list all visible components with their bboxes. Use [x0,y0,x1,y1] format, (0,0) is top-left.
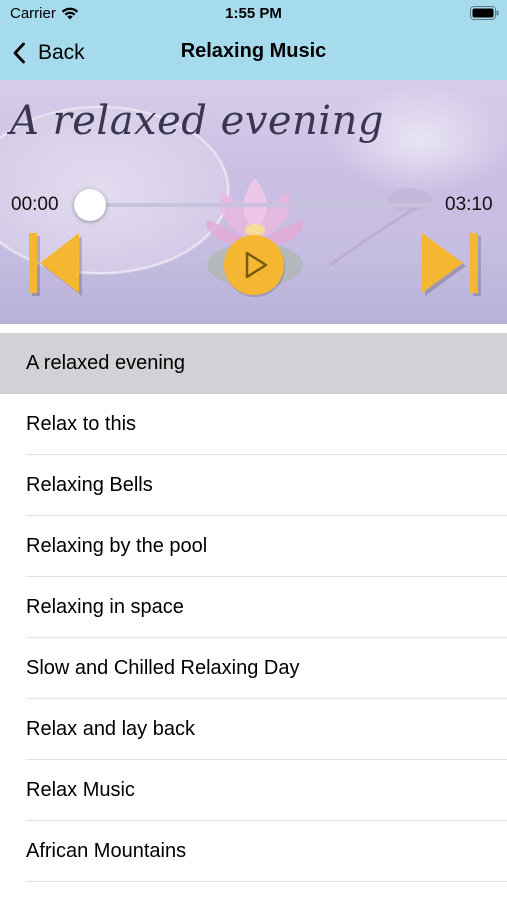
elapsed-time: 00:00 [11,194,59,215]
skip-previous-icon [29,233,82,296]
page-title: Relaxing Music [180,40,327,62]
list-item[interactable]: Relaxing Bells [0,455,507,516]
list-item[interactable]: Slow and Chilled Relaxing Day [0,638,507,699]
list-item[interactable]: Relax and lay back [0,699,507,760]
list-item[interactable]: A relaxed evening [0,333,507,394]
list-item-label: Relax Music [26,779,135,801]
list-item[interactable]: Relax to this [0,394,507,455]
list-item-label: Slow and Chilled Relaxing Day [26,657,300,679]
next-track-button[interactable] [420,230,486,300]
list-item-label: Relax and lay back [26,718,195,740]
progress-slider[interactable] [88,203,438,207]
play-icon [224,235,285,297]
navigation-header: Carrier 1:55 PM Back Relaxing Music [0,0,507,80]
now-playing-title: A relaxed evening [10,98,384,144]
list-item[interactable]: Relaxing by the pool [0,516,507,577]
list-item[interactable]: Relaxing in space [0,577,507,638]
battery-icon [470,6,499,20]
list-item-label: Relaxing Bells [26,474,153,496]
music-player: A relaxed evening 00:00 03:10 [0,80,507,324]
total-duration: 03:10 [445,194,493,215]
skip-next-icon [422,233,481,296]
row-separator [26,881,507,882]
previous-track-button[interactable] [26,230,84,300]
clock-label: 1:55 PM [225,5,282,22]
playlist: A relaxed evening Relax to this Relaxing B… [0,333,507,882]
list-item-label: Relaxing in space [26,596,184,618]
list-item[interactable]: Relax Music [0,760,507,821]
play-button[interactable] [222,233,286,297]
status-bar: Carrier 1:55 PM [0,0,507,28]
list-item-label: Relaxing by the pool [26,535,208,557]
list-item-label: African Mountains [26,840,187,862]
list-item[interactable]: African Mountains [0,821,507,882]
list-item-label: A relaxed evening [26,352,186,374]
list-item-label: Relax to this [26,413,137,435]
progress-thumb[interactable] [74,189,106,221]
